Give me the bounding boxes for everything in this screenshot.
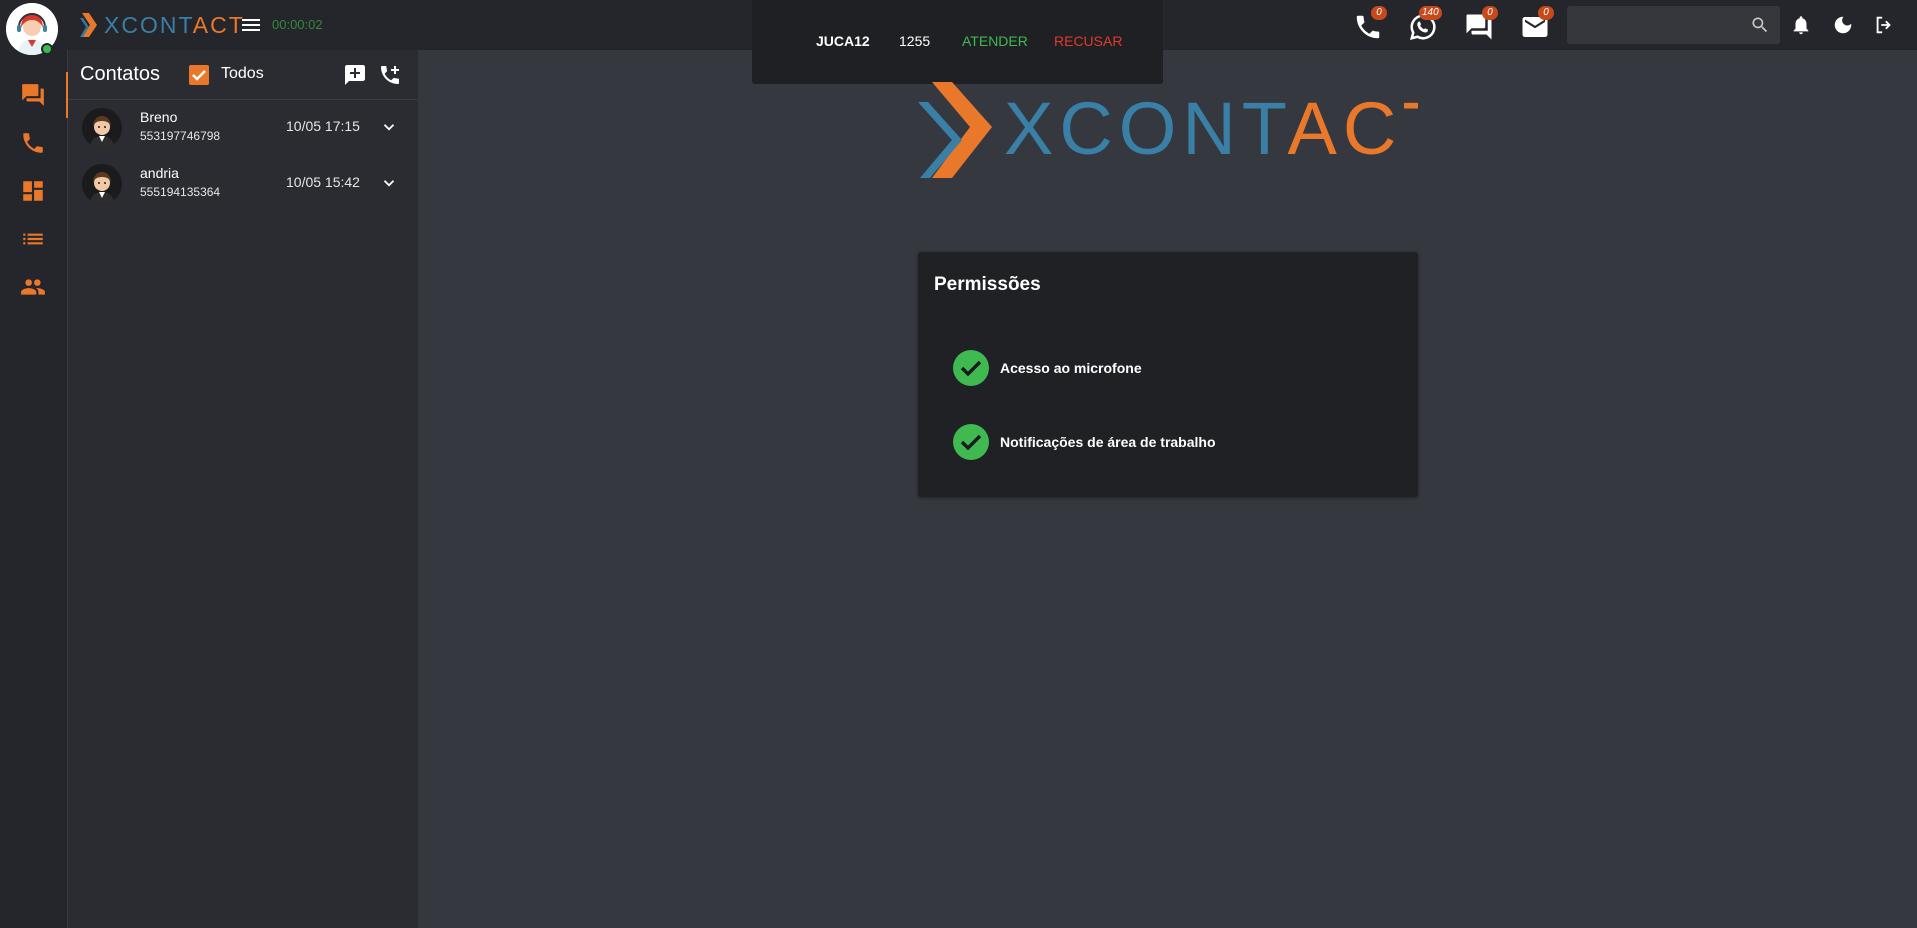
left-nav-rail [0,50,67,928]
refuse-button[interactable]: RECUSAR [1054,33,1122,49]
contact-time: 10/05 17:15 [286,118,360,134]
chat-icon[interactable] [20,82,46,108]
email-button[interactable]: 0 [1517,6,1554,42]
check-circle-icon [953,424,989,460]
contact-person-icon [82,108,122,148]
permissions-title: Permissões [934,274,1041,295]
whatsapp-button[interactable]: 140 [1405,6,1442,42]
contact-name: Breno [140,109,178,125]
contacts-header: Contatos Todos [68,50,418,100]
logo-wordmark: XCONTACT [1004,87,1418,170]
xcontact-main-logo: XCONTACT [918,82,1448,182]
dashboard-icon[interactable] [20,178,46,204]
moon-icon[interactable] [1832,14,1854,36]
phone-icon[interactable] [20,130,46,156]
chat-button[interactable]: 0 [1461,6,1498,42]
contact-avatar [82,108,122,148]
contact-time: 10/05 15:42 [286,174,360,190]
search-input[interactable] [1577,14,1737,36]
new-chat-icon[interactable] [343,63,367,87]
add-call-icon[interactable] [378,63,402,87]
brand-name: XCONTACT [104,11,245,38]
check-circle-icon [953,350,989,386]
checkmark-icon [192,70,206,81]
menu-icon[interactable] [240,15,262,35]
contact-person-icon [82,164,122,204]
permission-label: Notificações de área de trabalho [1000,434,1216,450]
email-badge: 0 [1538,6,1554,20]
answer-button[interactable]: ATENDER [962,33,1028,49]
contact-avatar [82,164,122,204]
contact-phone: 553197746798 [140,129,221,143]
contacts-title: Contatos [80,63,161,85]
top-bar: XCONTACT 00:00:02 JUCA12 1255 ATENDER RE… [0,0,1917,84]
brand-logo: XCONTACT [80,12,245,38]
contact-name: andria [140,165,179,181]
chat-badge: 0 [1482,6,1498,20]
chevron-down-icon[interactable] [380,118,398,136]
filter-all-checkbox[interactable] [189,65,209,85]
list-icon[interactable] [20,226,46,252]
permission-label: Acesso ao microfone [1000,360,1142,376]
contact-row[interactable]: Breno 553197746798 10/05 17:15 [68,103,418,157]
phone-badge: 0 [1371,6,1387,20]
caller-name: JUCA12 [816,33,870,49]
search-icon[interactable] [1750,15,1770,35]
call-timer: 00:00:02 [272,17,323,32]
contacts-panel: Contatos Todos Breno 553197746798 10/05 … [68,50,418,928]
logout-icon[interactable] [1873,14,1895,36]
people-icon[interactable] [20,274,46,300]
filter-all-label: Todos [221,65,264,82]
incoming-call-popup: JUCA12 1255 ATENDER RECUSAR [752,0,1163,84]
caller-extension: 1255 [899,33,931,49]
xcontact-logo-icon: XCONTACT [918,82,1448,178]
search-box [1567,6,1780,44]
permissions-card: Permissões Acesso ao microfone Notificaç… [918,252,1418,497]
whatsapp-badge: 140 [1419,6,1442,20]
contact-phone: 555194135364 [140,185,221,199]
phone-queue-button[interactable]: 0 [1350,6,1387,42]
bell-icon[interactable] [1790,14,1812,36]
contact-row[interactable]: andria 555194135364 10/05 15:42 [68,159,418,213]
chevron-logo-icon [80,13,97,37]
online-status-indicator [41,43,53,55]
chevron-down-icon[interactable] [380,174,398,192]
